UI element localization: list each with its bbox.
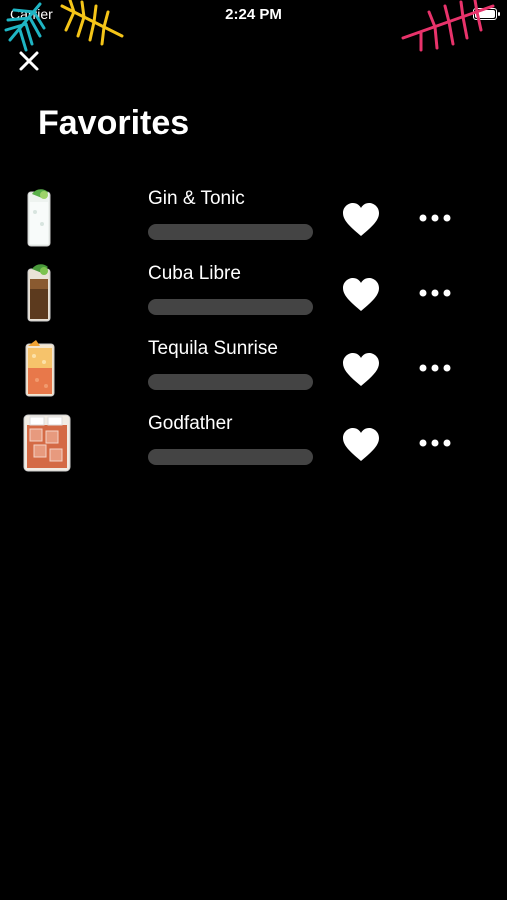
progress-bar <box>148 224 313 240</box>
more-options-button[interactable] <box>418 358 452 378</box>
favorite-button[interactable] <box>341 277 381 313</box>
progress-bar <box>148 374 313 390</box>
ellipsis-icon <box>419 364 451 372</box>
palm-leaf-decoration-right-icon <box>401 0 495 52</box>
close-icon <box>19 51 39 71</box>
godfather-glass-icon <box>23 414 71 472</box>
gin-tonic-glass-icon <box>27 189 51 247</box>
more-options-button[interactable] <box>418 208 452 228</box>
list-item[interactable]: Gin & Tonic <box>0 182 507 257</box>
heart-icon <box>343 428 379 461</box>
drink-name: Gin & Tonic <box>148 188 245 209</box>
ellipsis-icon <box>419 439 451 447</box>
heart-icon <box>343 278 379 311</box>
list-item[interactable]: Cuba Libre <box>0 257 507 332</box>
favorite-button[interactable] <box>341 427 381 463</box>
heart-icon <box>343 203 379 236</box>
tequila-sunrise-glass-icon <box>25 340 55 397</box>
list-item[interactable]: Godfather <box>0 407 507 482</box>
more-options-button[interactable] <box>418 283 452 303</box>
progress-bar <box>148 299 313 315</box>
favorite-button[interactable] <box>341 202 381 238</box>
drink-name: Cuba Libre <box>148 263 241 284</box>
more-options-button[interactable] <box>418 433 452 453</box>
progress-bar <box>148 449 313 465</box>
drink-name: Tequila Sunrise <box>148 338 278 359</box>
ellipsis-icon <box>419 289 451 297</box>
close-button[interactable] <box>16 48 42 74</box>
page-title: Favorites <box>38 104 190 142</box>
ellipsis-icon <box>419 214 451 222</box>
favorite-button[interactable] <box>341 352 381 388</box>
list-item[interactable]: Tequila Sunrise <box>0 332 507 407</box>
cuba-libre-glass-icon <box>27 264 51 322</box>
heart-icon <box>343 353 379 386</box>
favorites-list: Gin & Tonic Cuba Libre Tequila Sunrise G… <box>0 182 507 482</box>
drink-name: Godfather <box>148 413 233 434</box>
